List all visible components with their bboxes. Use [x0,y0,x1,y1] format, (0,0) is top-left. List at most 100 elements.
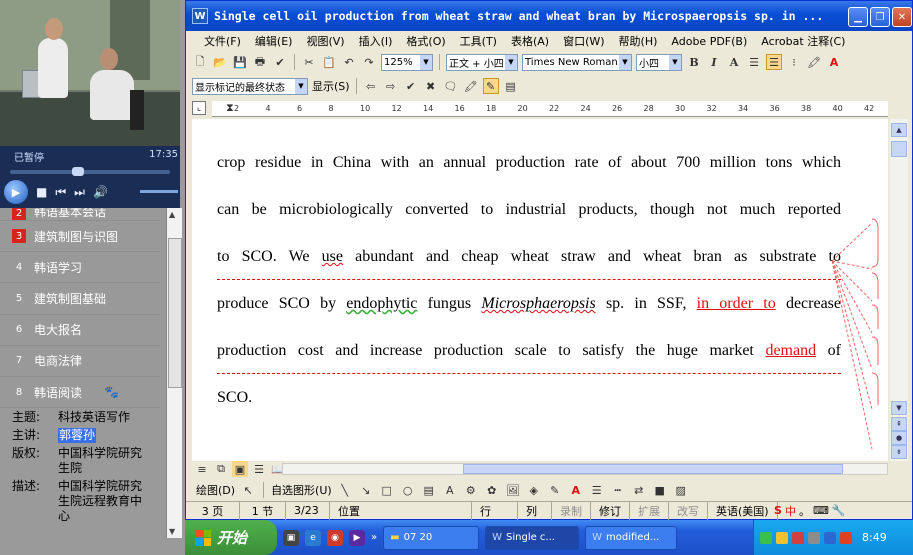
scroll-down-icon[interactable]: ▼ [891,401,907,415]
line-style-icon[interactable]: ☰ [589,482,605,498]
italic-icon[interactable]: I [706,54,722,70]
task-folder[interactable]: ▬ 07 20 [383,525,480,550]
highlight-icon[interactable]: 🖍 [463,78,479,94]
outline-view-icon[interactable]: ☰ [251,461,267,477]
line-icon[interactable]: ╲ [337,482,353,498]
dash-style-icon[interactable]: ┅ [610,482,626,498]
justify-icon[interactable]: ☰ [746,54,762,70]
taskbar-chevron-icon[interactable]: » [371,532,377,543]
video-frame[interactable] [0,0,180,146]
fill-color-icon[interactable]: ◈ [526,482,542,498]
select-browse-object-icon[interactable]: ● [891,431,907,445]
print-icon[interactable]: 🖶 [252,54,268,70]
task-word-document[interactable]: W Single c... [485,525,580,550]
3d-icon[interactable]: ▨ [673,482,689,498]
status-rec[interactable]: 录制 [552,501,591,520]
wordart-icon[interactable]: A [442,482,458,498]
menu-item[interactable]: 帮助(H) [619,33,658,49]
indent-marker-icon[interactable]: ⧗ [226,101,234,115]
track-changes-icon[interactable]: ✎ [482,78,499,94]
quicklaunch-ie-icon[interactable]: e [305,529,321,546]
volume-slider[interactable] [140,190,178,193]
char-shading-icon[interactable]: A [726,54,742,70]
rectangle-icon[interactable]: □ [379,482,395,498]
play-button[interactable]: ▶ [4,180,28,204]
oval-icon[interactable]: ○ [400,482,416,498]
horizontal-ruler[interactable]: 2 4 6 8 10 12 14 16 18 20 22 24 26 28 30 32 34 36 38 40 42 ⧗ [212,101,888,117]
seek-bar[interactable] [10,167,170,176]
stop-button[interactable]: ■ [36,185,47,199]
horizontal-scrollbar[interactable]: ≡ ⧉ ▣ ☰ 📖 [192,461,908,477]
status-ext[interactable]: 扩展 [630,501,669,520]
quicklaunch-desktop-icon[interactable]: ▣ [283,529,299,546]
align-distributed-icon[interactable]: ☰ [766,54,782,70]
word-app-icon[interactable]: W [192,8,208,24]
menu-item[interactable]: 窗口(W) [563,33,604,49]
bullets-icon[interactable]: ⁝ [786,54,802,70]
start-button[interactable]: 开始 [185,520,277,555]
document-paragraph[interactable]: crop residue in China with an annual pro… [217,139,841,421]
menu-item[interactable]: 文件(F) [204,33,241,49]
textbox-icon[interactable]: ▤ [421,482,437,498]
arrow-style-icon[interactable]: ⇄ [631,482,647,498]
font-size-select[interactable]: 小四 ▼ [636,53,682,71]
menu-item[interactable]: 表格(A) [511,33,549,49]
font-color-icon[interactable]: A [826,54,842,70]
menu-item[interactable]: 编辑(E) [255,33,293,49]
previous-page-icon[interactable]: ⇞ [891,417,907,431]
redo-icon[interactable]: ↷ [361,54,377,70]
clipart-icon[interactable]: ✿ [484,482,500,498]
status-ovr[interactable]: 改写 [669,501,708,520]
highlight-icon[interactable]: 🖍 [806,54,822,70]
tray-volume-icon[interactable] [808,531,820,544]
panel-scroll-thumb[interactable] [168,238,182,388]
menu-item[interactable]: 工具(T) [460,33,497,49]
tab-selector[interactable]: ⌞ [192,101,206,115]
line-color-icon[interactable]: ✎ [547,482,563,498]
playlist-item[interactable]: 6 电大报名 [0,314,160,346]
show-menu[interactable]: 显示(S) [312,78,350,94]
menu-item[interactable]: 视图(V) [306,33,344,49]
web-layout-icon[interactable]: ⧉ [213,461,229,477]
picture-icon[interactable]: 🖼 [505,482,521,498]
title-bar[interactable]: W Single cell oil production from wheat … [186,1,912,31]
chevron-down-icon[interactable]: ▼ [295,78,307,94]
chevron-down-icon[interactable]: ▼ [619,54,631,70]
panel-scrollbar[interactable]: ▲ ▼ [166,208,182,538]
diagram-icon[interactable]: ⚙ [463,482,479,498]
minimize-button[interactable]: ▁ [848,7,868,27]
chevron-down-icon[interactable]: ▼ [505,54,517,70]
next-button[interactable]: ⏭ [74,185,85,200]
playlist-item[interactable]: 7 电商法律 [0,345,160,377]
playlist-item[interactable]: 3 建筑制图与识图 [0,221,160,253]
normal-view-icon[interactable]: ≡ [194,461,210,477]
cut-icon[interactable]: ✂ [301,54,317,70]
quicklaunch-browser-icon[interactable]: ◉ [327,529,343,546]
menu-item[interactable]: Adobe PDF(B) [671,35,747,48]
menu-item[interactable]: Acrobat 注释(C) [761,33,845,49]
playlist-item[interactable]: 5 建筑制图基础 [0,283,160,315]
bold-icon[interactable]: B [686,54,702,70]
style-select[interactable]: 正文 + 小四 ▼ [446,53,518,71]
menu-item[interactable]: 格式(O) [406,33,445,49]
chevron-down-icon[interactable]: ▼ [420,54,432,70]
tray-network-icon[interactable] [776,531,788,544]
paste-icon[interactable]: 📋 [321,54,337,70]
arrow-icon[interactable]: ↘ [358,482,374,498]
undo-icon[interactable]: ↶ [341,54,357,70]
seek-knob[interactable] [71,167,84,176]
insert-comment-icon[interactable]: 🗨 [443,78,459,94]
zoom-select[interactable]: 125% ▼ [381,53,433,71]
keyboard-icon[interactable]: ⌨ [813,504,829,517]
chinese-mode-icon[interactable]: 中 [785,503,796,519]
punctuation-icon[interactable]: 。 [799,503,810,519]
horizontal-scroll-track[interactable] [282,463,888,475]
volume-icon[interactable]: 🔊 [93,185,108,199]
markup-mode-select[interactable]: 显示标记的最终状态 ▼ [192,77,308,95]
shadow-icon[interactable]: ■ [652,482,668,498]
quicklaunch-media-icon[interactable]: ▶ [349,529,365,546]
tray-shield-icon[interactable] [840,531,852,544]
open-icon[interactable]: 📂 [212,54,228,70]
tray-security-icon[interactable] [792,531,804,544]
reviewing-pane-icon[interactable]: ▤ [503,78,519,94]
